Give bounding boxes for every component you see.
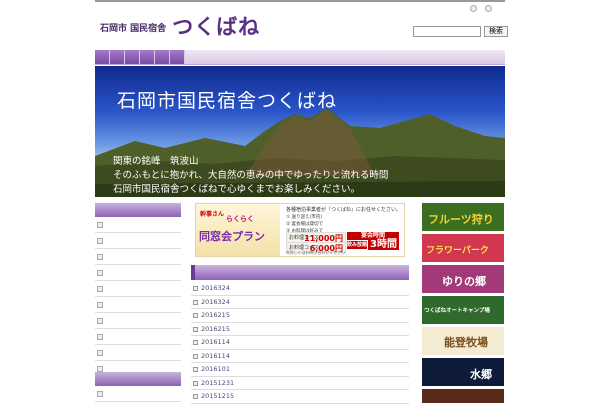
news-item[interactable]: 2016215 xyxy=(191,323,409,336)
fruit-picking-banner[interactable]: フルーツ狩り xyxy=(422,203,504,231)
bullet-icon xyxy=(97,270,103,276)
promo-row: ② 宴会場は貸切で xyxy=(286,222,323,227)
bullet-icon xyxy=(193,367,198,372)
news-date[interactable]: 2016215 xyxy=(201,325,230,333)
bullet-icon xyxy=(193,353,198,359)
news-date[interactable]: 2016215 xyxy=(201,311,230,319)
nav-tab-4[interactable] xyxy=(140,50,155,64)
promo-title: 同窓会プラン xyxy=(199,230,265,243)
banner-label: フラワーパーク xyxy=(426,246,489,256)
search-button[interactable]: 検索 xyxy=(484,26,508,37)
hero-title: 石岡市国民宿舎つくばね xyxy=(117,90,338,112)
left-menu-item[interactable] xyxy=(95,249,181,265)
left-menu-item[interactable] xyxy=(95,281,181,297)
hero-line-3: 石岡市国民宿舎つくばねで心ゆくまでお楽しみください。 xyxy=(113,184,361,195)
bullet-icon xyxy=(193,394,198,399)
news-item[interactable]: 20151231 xyxy=(191,377,409,390)
feed-icon[interactable] xyxy=(485,5,492,12)
noto-farm-banner[interactable]: 能登牧場 xyxy=(422,327,504,355)
left-menu-item[interactable] xyxy=(95,345,181,361)
top-icons xyxy=(470,5,492,12)
bullet-icon xyxy=(97,302,103,308)
promo-left-panel: 幹事さん らくらく 同窓会プラン xyxy=(196,204,280,256)
promo-sub: らくらく xyxy=(226,215,254,223)
left-menu-1 xyxy=(95,203,181,377)
news-item[interactable]: 20151215 xyxy=(191,390,409,404)
bullet-icon xyxy=(97,391,103,397)
bullet-icon xyxy=(193,340,198,345)
news-date[interactable]: 20151231 xyxy=(201,379,234,387)
banner-label: つくばねオートキャンプ場 xyxy=(424,308,490,314)
bullet-icon xyxy=(97,318,103,324)
news-date[interactable]: 20151215 xyxy=(201,392,234,400)
left-menu-item[interactable] xyxy=(95,313,181,329)
hero-line-1: 関東の銘峰 筑波山 xyxy=(113,156,199,167)
extra-banner[interactable] xyxy=(422,389,504,403)
search-input[interactable] xyxy=(413,26,481,37)
suigo-banner[interactable]: 水郷 xyxy=(422,358,504,386)
reunion-plan-banner[interactable]: 幹事さん らくらく 同窓会プラン 各種宿泊事業者が『つくばね』にお任せください。… xyxy=(195,203,405,257)
bullet-icon xyxy=(193,326,198,332)
news-item[interactable]: 2016114 xyxy=(191,336,409,350)
news-item[interactable]: 2016101 xyxy=(191,363,409,377)
news-list: 2016324 2016324 2016215 2016215 2016114 … xyxy=(191,282,409,404)
banner-label: ゆりの郷 xyxy=(442,275,486,288)
site-logo[interactable]: 石岡市 国民宿舎 つくばね xyxy=(100,16,260,37)
banner-label: フルーツ狩り xyxy=(428,213,494,226)
main-nav xyxy=(95,50,505,65)
promo-drinks-label: 飲み放題 xyxy=(347,241,368,249)
rss-icon[interactable] xyxy=(470,5,477,12)
promo-intro: 各種宿泊事業者が『つくばね』にお任せください。 xyxy=(286,207,402,213)
news-date[interactable]: 2016114 xyxy=(201,352,230,360)
news-item[interactable]: 2016324 xyxy=(191,296,409,309)
news-date[interactable]: 2016114 xyxy=(201,338,230,346)
bullet-icon xyxy=(97,334,103,340)
left-menu-item[interactable] xyxy=(95,265,181,281)
nav-tab-3[interactable] xyxy=(125,50,140,64)
nav-tab-2[interactable] xyxy=(110,50,125,64)
bullet-icon xyxy=(97,254,103,260)
bullet-icon xyxy=(97,238,103,244)
search-form: 検索 xyxy=(413,26,508,37)
left-menu-header xyxy=(95,372,181,386)
bullet-icon xyxy=(97,350,103,356)
logo-subtitle: 石岡市 国民宿舎 xyxy=(100,24,167,34)
bullet-icon xyxy=(193,313,198,318)
banner-label: 水郷 xyxy=(470,368,492,381)
flower-park-banner[interactable]: フラワーパーク xyxy=(422,234,504,262)
banner-label: 能登牧場 xyxy=(444,336,488,349)
news-item[interactable]: 2016324 xyxy=(191,282,409,296)
bullet-icon xyxy=(97,222,103,228)
top-line xyxy=(95,0,505,2)
left-menu-header xyxy=(95,203,181,217)
promo-footnote: ※詳しくはお問い合わせください xyxy=(286,250,346,255)
nav-tab-6[interactable] xyxy=(170,50,185,64)
lily-village-banner[interactable]: ゆりの郷 xyxy=(422,265,504,293)
promo-badge: 幹事さん xyxy=(200,211,225,218)
promo-hours: 3時間 xyxy=(368,240,399,250)
nav-tab-1[interactable] xyxy=(95,50,110,64)
hero-line-2: そのふもとに抱かれ、大自然の恵みの中でゆったりと流れる時間 xyxy=(113,170,389,181)
auto-camp-banner[interactable]: つくばねオートキャンプ場 xyxy=(422,296,504,324)
bullet-icon xyxy=(193,299,198,305)
news-date[interactable]: 2016324 xyxy=(201,298,230,306)
bullet-icon xyxy=(193,286,198,291)
nav-tab-5[interactable] xyxy=(155,50,170,64)
news-header xyxy=(191,265,409,280)
news-date[interactable]: 2016324 xyxy=(201,284,230,292)
logo-title: つくばね xyxy=(172,14,261,39)
bullet-icon xyxy=(97,286,103,292)
left-menu-item[interactable] xyxy=(95,217,181,233)
left-menu-2 xyxy=(95,372,181,402)
bullet-icon xyxy=(193,380,198,386)
left-menu-item[interactable] xyxy=(95,297,181,313)
left-menu-item[interactable] xyxy=(95,233,181,249)
news-item[interactable]: 2016114 xyxy=(191,350,409,363)
promo-row: ① 送り迎え(市内) xyxy=(286,215,322,220)
news-item[interactable]: 2016215 xyxy=(191,309,409,323)
left-menu-item[interactable] xyxy=(95,329,181,345)
news-date[interactable]: 2016101 xyxy=(201,365,230,373)
